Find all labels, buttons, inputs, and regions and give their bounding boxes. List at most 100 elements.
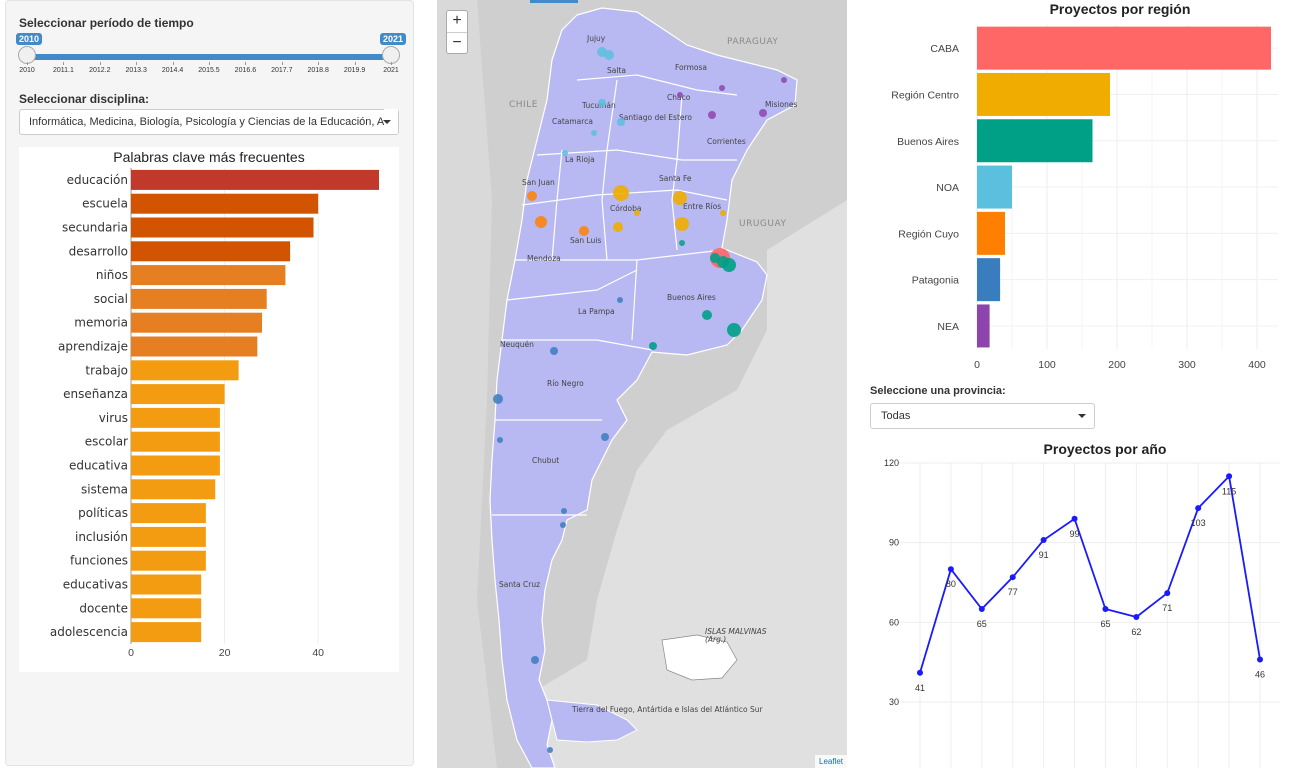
kw-bar <box>131 574 202 595</box>
region-bar <box>977 26 1271 70</box>
year-point-label: 91 <box>1039 550 1049 560</box>
region-labels: CABA Región Centro Buenos Aires NOA Región C… <box>891 43 959 333</box>
year-chart: Proyectos por año 41 80 65 77 91 99 65 62 71 103 1… <box>884 441 1280 768</box>
slider-tick-label: 2021 <box>383 67 399 74</box>
year-point[interactable] <box>1040 537 1047 544</box>
slider-tick-label: 2012.2 <box>89 67 111 74</box>
year-point-label: 103 <box>1191 518 1206 528</box>
marker-trelew[interactable] <box>561 508 567 514</box>
marker-bariloche[interactable] <box>493 394 503 404</box>
marker-san-juan[interactable] <box>527 191 537 201</box>
slider-tick-mark <box>27 62 28 65</box>
marker-ba-north[interactable] <box>679 240 685 246</box>
argentina-map[interactable]: PARAGUAY CHILE URUGUAY ISLAS MALVINAS (A… <box>437 0 847 768</box>
marker-santa-fe[interactable] <box>673 191 687 205</box>
marker-viedma[interactable] <box>601 433 609 441</box>
marker-tucuman[interactable] <box>598 99 606 107</box>
marker-misiones[interactable] <box>759 109 767 117</box>
year-point[interactable] <box>1226 473 1233 480</box>
kw-label: escuela <box>82 197 128 211</box>
year-point-label: 99 <box>1070 529 1080 539</box>
year-grid <box>898 462 1280 768</box>
marker-mar-del-plata[interactable] <box>727 323 741 337</box>
region-bar <box>977 211 1005 255</box>
zoom-in-button[interactable]: + <box>447 11 467 33</box>
chevron-down-icon[interactable] <box>383 120 391 124</box>
kw-bar <box>131 431 220 452</box>
province-select[interactable]: Todas <box>870 403 1095 429</box>
region-x-tick: 200 <box>1108 359 1126 371</box>
marker-esquel[interactable] <box>497 437 503 443</box>
marker-villa-maria[interactable] <box>634 210 640 216</box>
marker-rosario[interactable] <box>675 217 689 231</box>
year-point-label: 71 <box>1162 603 1172 613</box>
kw-label: memoria <box>74 316 128 330</box>
marker-la-plata[interactable] <box>722 258 736 272</box>
province-label-la-pampa: La Pampa <box>578 307 615 316</box>
marker-ushuaia[interactable] <box>547 747 553 753</box>
year-point[interactable] <box>1071 515 1078 522</box>
kw-label: desarrollo <box>69 244 128 258</box>
zoom-control[interactable]: + − <box>446 10 468 54</box>
kw-label: políticas <box>78 506 128 520</box>
marker-corrientes[interactable] <box>708 111 716 119</box>
kw-bar <box>131 598 202 619</box>
kw-bar <box>131 288 267 309</box>
year-point[interactable] <box>1009 574 1016 581</box>
marker-cordoba[interactable] <box>613 185 629 201</box>
period-label: Seleccionar período de tiempo <box>19 16 194 30</box>
marker-santiago[interactable] <box>617 118 625 126</box>
marker-la-rioja[interactable] <box>562 150 568 156</box>
marker-la-pampa[interactable] <box>617 297 623 303</box>
marker-comodoro[interactable] <box>560 522 566 528</box>
keywords-chart-title: Palabras clave más frecuentes <box>113 149 304 165</box>
year-point[interactable] <box>1102 606 1109 613</box>
marker-misiones-north[interactable] <box>781 77 787 83</box>
chevron-down-icon[interactable] <box>1078 414 1086 418</box>
kw-label: educativa <box>69 459 128 473</box>
province-label-buenos-aires: Buenos Aires <box>667 293 716 302</box>
marker-chaco[interactable] <box>677 92 683 98</box>
marker-formosa-east[interactable] <box>719 85 725 91</box>
marker-mendoza[interactable] <box>535 216 547 228</box>
year-point[interactable] <box>1133 614 1140 621</box>
year-point-label: 80 <box>946 579 956 589</box>
kw-label: escolar <box>85 435 128 449</box>
kw-bar <box>131 622 202 643</box>
country-label-chile: CHILE <box>509 100 538 110</box>
attribution-link[interactable]: Leaflet <box>819 757 844 766</box>
year-point[interactable] <box>1164 590 1171 597</box>
kw-label: aprendizaje <box>58 340 128 354</box>
year-point-label: 77 <box>1008 587 1018 597</box>
year-point[interactable] <box>1257 656 1263 663</box>
zoom-out-button[interactable]: − <box>447 33 467 54</box>
marker-catamarca[interactable] <box>591 130 597 136</box>
marker-tandil[interactable] <box>702 310 712 320</box>
keywords-x-ticks: 0 20 40 <box>128 647 324 659</box>
marker-bahia-blanca[interactable] <box>649 342 657 350</box>
slider-tick-mark <box>318 62 320 65</box>
kw-label: secundaria <box>62 221 128 235</box>
marker-san-luis[interactable] <box>579 226 589 236</box>
map-top-tab <box>530 0 578 3</box>
map-canvas[interactable]: PARAGUAY CHILE URUGUAY ISLAS MALVINAS (A… <box>437 0 847 768</box>
kw-label: sistema <box>81 482 128 496</box>
province-label-chubut: Chubut <box>532 456 559 465</box>
discipline-select[interactable]: Informática, Medicina, Biología, Psicolo… <box>19 109 399 135</box>
marker-entre-rios[interactable] <box>720 210 726 216</box>
year-point[interactable] <box>947 566 954 573</box>
province-label-entre-rios: Entre Ríos <box>683 202 721 211</box>
year-point[interactable] <box>1195 505 1202 512</box>
year-point[interactable] <box>978 606 985 613</box>
slider-tick-mark <box>209 62 210 65</box>
marker-neuquen[interactable] <box>550 347 558 355</box>
kw-label: niños <box>96 268 128 282</box>
kw-label: social <box>94 292 128 306</box>
province-label-neuquen: Neuquén <box>500 340 534 349</box>
slider-tick-mark <box>99 62 101 65</box>
year-point-label: 62 <box>1131 627 1141 637</box>
marker-rio-gallegos[interactable] <box>531 656 539 664</box>
year-point[interactable] <box>917 669 923 676</box>
marker-salta[interactable] <box>604 50 614 60</box>
marker-rio-cuarto[interactable] <box>613 222 623 232</box>
